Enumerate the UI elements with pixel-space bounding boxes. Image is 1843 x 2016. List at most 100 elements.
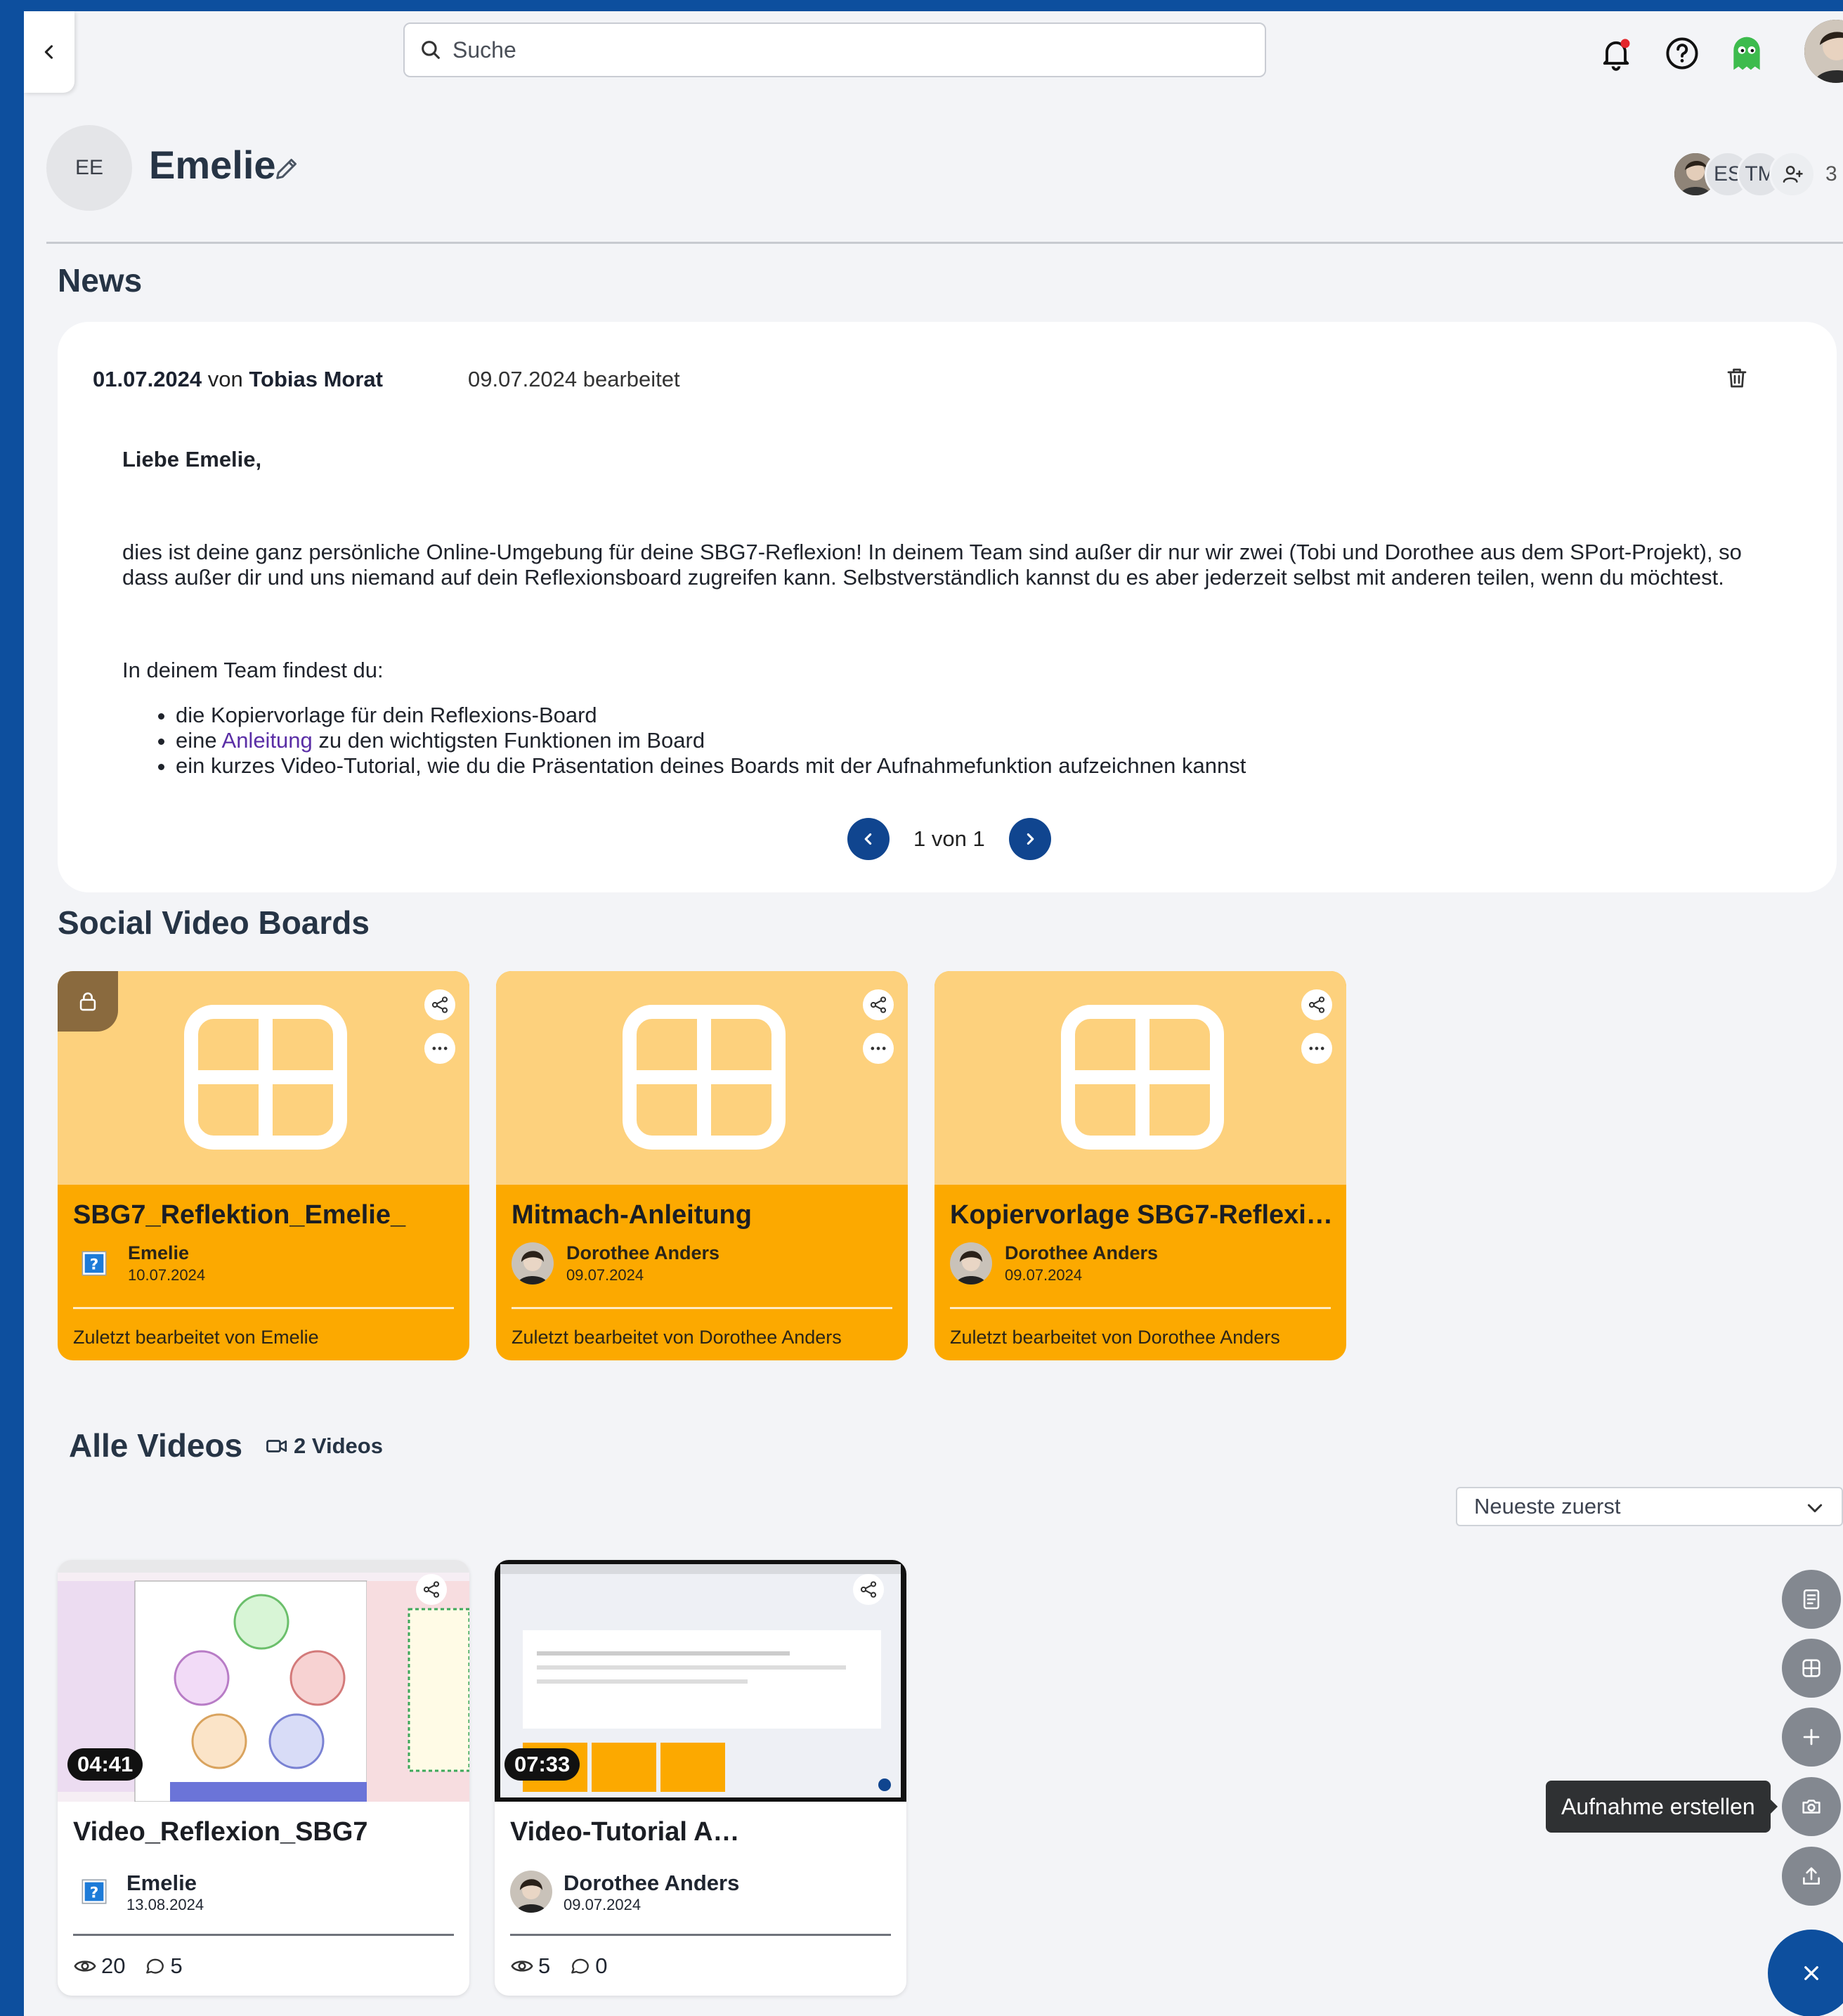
video-title[interactable]: Video-Tutorial Aufnahmefunktion: [510, 1817, 742, 1847]
board-title[interactable]: Mitmach-Anleitung: [512, 1200, 895, 1230]
board-date: 09.07.2024: [1005, 1266, 1083, 1284]
share-icon: [431, 996, 448, 1013]
question-placeholder-icon: ?: [82, 1251, 107, 1276]
share-icon: [870, 996, 887, 1013]
share-icon: [860, 1581, 877, 1598]
owner-name: Emelie: [126, 1871, 197, 1895]
record-tooltip: Aufnahme erstellen: [1546, 1781, 1778, 1833]
more-horizontal-icon: [432, 1046, 448, 1051]
eye-icon: [74, 1960, 96, 1972]
team-avatar: EE: [46, 125, 132, 211]
record-button[interactable]: [1782, 1777, 1841, 1836]
board-card[interactable]: Kopiervorlage SBG7-Reflexion Dorothee An…: [934, 971, 1346, 1360]
share-video-button[interactable]: [853, 1574, 884, 1605]
news-meta: 01.07.2024 von Tobias Morat: [93, 367, 383, 392]
video-title[interactable]: Video_Reflexion_SBG7: [73, 1817, 452, 1847]
board-last-edited: Zuletzt bearbeitet von Emelie: [73, 1327, 319, 1348]
camera-icon: [1802, 1800, 1821, 1814]
board-more-button[interactable]: [424, 1033, 455, 1064]
sort-selected-value: Neueste zuerst: [1474, 1494, 1621, 1518]
user-avatar[interactable]: [1804, 20, 1843, 83]
board-thumbnail: [496, 971, 908, 1185]
share-icon: [423, 1581, 440, 1598]
board-card[interactable]: SBG7_Reflektion_Emelie_ ? Emelie 10.07.2…: [58, 971, 469, 1360]
member-count: 3: [1825, 162, 1837, 186]
board-grid-icon: [1061, 1005, 1224, 1150]
comments-count: 0: [595, 1953, 608, 1978]
comments-stat: 5: [143, 1953, 183, 1979]
news-date: 01.07.2024: [93, 367, 202, 391]
green-ghost-mascot-icon: [1733, 37, 1760, 70]
svg-text:?: ?: [90, 1884, 99, 1901]
owner-name: Dorothee Anders: [564, 1871, 740, 1895]
owner-avatar: [512, 1242, 554, 1285]
previous-page-button[interactable]: [847, 818, 890, 860]
video-date: 09.07.2024: [564, 1896, 642, 1913]
team-initials: EE: [74, 156, 104, 179]
comment-icon: [146, 1958, 164, 1974]
app-window: EE Emelie ES TM 3 News 01.07.2024 von To…: [24, 11, 1843, 2016]
private-lock-badge: [58, 971, 118, 1032]
video-thumbnail[interactable]: 07:33: [495, 1560, 906, 1802]
board-more-button[interactable]: [1301, 1033, 1332, 1064]
board-grid-icon: [623, 1005, 786, 1150]
share-board-button[interactable]: [424, 989, 455, 1020]
owner-avatar: ?: [73, 1242, 115, 1285]
share-board-button[interactable]: [1301, 989, 1332, 1020]
owner-avatar: ?: [73, 1871, 115, 1913]
back-button[interactable]: [24, 11, 74, 93]
news-greeting: Liebe Emelie,: [122, 447, 262, 472]
owner-name: Emelie: [128, 1242, 190, 1263]
owner-avatar: [510, 1871, 552, 1913]
board-more-button[interactable]: [863, 1033, 894, 1064]
chevron-right-icon: [1027, 833, 1034, 845]
anleitung-link[interactable]: Anleitung: [222, 728, 313, 753]
add-button[interactable]: [1782, 1708, 1841, 1767]
views-count: 20: [101, 1953, 126, 1978]
user-photo-icon: [1804, 20, 1843, 83]
board-title[interactable]: Kopiervorlage SBG7-Reflexion: [950, 1200, 1334, 1230]
help-button[interactable]: [1661, 32, 1703, 74]
next-page-button[interactable]: [1008, 818, 1051, 860]
sort-select[interactable]: Neueste zuerst: [1456, 1487, 1843, 1526]
delete-news-button[interactable]: [1724, 365, 1750, 394]
comment-icon: [571, 1958, 590, 1974]
videos-section-title: Alle Videos: [69, 1427, 243, 1464]
video-count: 2 Videos: [264, 1433, 383, 1459]
share-video-button[interactable]: [416, 1574, 447, 1605]
trash-icon: [1727, 368, 1747, 388]
more-horizontal-icon: [1309, 1046, 1324, 1051]
video-count-label: 2 Videos: [294, 1433, 383, 1458]
comments-stat: 0: [568, 1953, 608, 1979]
close-fab-button[interactable]: [1768, 1930, 1843, 2016]
mascot-button[interactable]: [1726, 32, 1768, 74]
team-title: Emelie: [149, 143, 276, 187]
views-stat: 5: [510, 1953, 550, 1979]
news-edited-date: 09.07.2024 bearbeitet: [468, 367, 680, 391]
share-board-button[interactable]: [863, 989, 894, 1020]
search-bar[interactable]: [403, 22, 1266, 77]
board-card[interactable]: Mitmach-Anleitung Dorothee Anders 09.07.…: [496, 971, 908, 1360]
search-icon: [422, 41, 440, 59]
add-member-button[interactable]: [1769, 151, 1816, 197]
upload-button[interactable]: [1782, 1847, 1841, 1906]
person-photo-icon: [512, 1242, 554, 1285]
team-members[interactable]: ES TM 3: [1672, 145, 1837, 204]
video-thumbnail[interactable]: 04:41: [58, 1560, 469, 1802]
news-section-title: News: [58, 262, 143, 299]
create-board-button[interactable]: [1782, 1639, 1841, 1698]
create-page-button[interactable]: [1782, 1570, 1841, 1629]
chevron-left-icon: [864, 833, 872, 845]
board-title[interactable]: SBG7_Reflektion_Emelie_: [73, 1200, 457, 1230]
help-circle-icon: [1666, 37, 1698, 70]
plus-icon: [1803, 1729, 1820, 1745]
search-input[interactable]: [452, 37, 1225, 63]
board-grid-icon: [184, 1005, 347, 1150]
notifications-button[interactable]: [1595, 32, 1637, 74]
edit-team-button[interactable]: [273, 155, 301, 186]
more-horizontal-icon: [871, 1046, 886, 1051]
video-stats: 5 0: [510, 1953, 626, 1979]
video-card[interactable]: 04:41 Video_Reflexion_SBG7 ? Emelie 13.0…: [58, 1560, 469, 1996]
eye-icon: [511, 1960, 533, 1972]
video-card[interactable]: 07:33 Video-Tutorial Aufnahmefunktion Do…: [495, 1560, 906, 1996]
